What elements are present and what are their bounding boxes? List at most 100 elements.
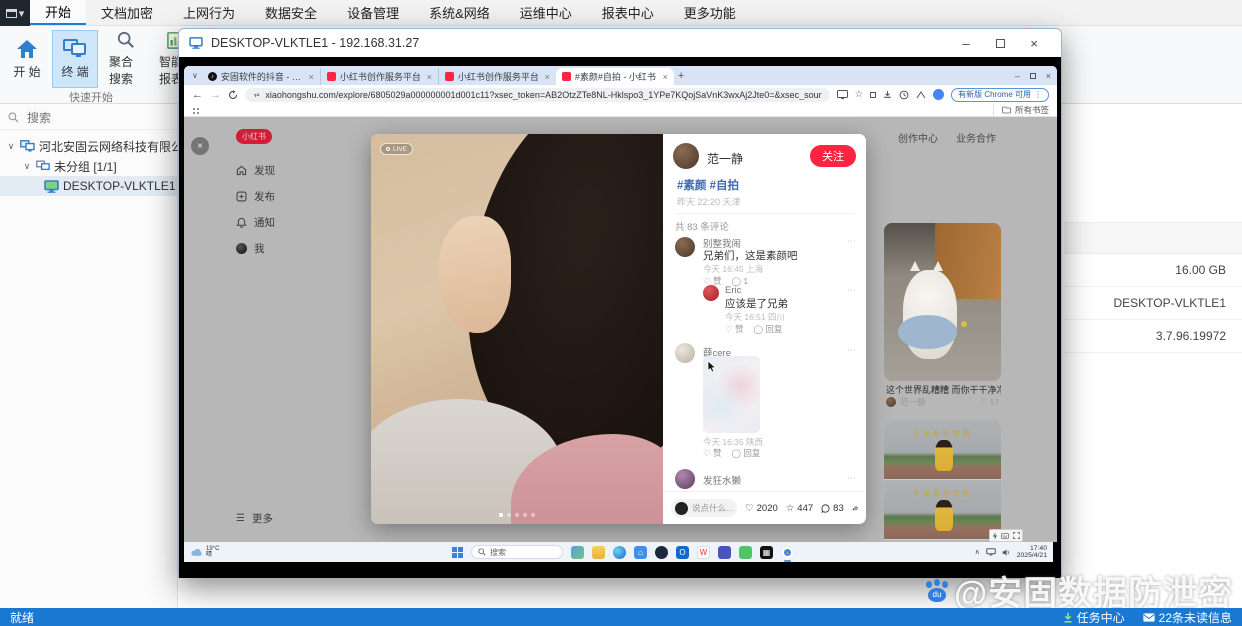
cast-icon[interactable] bbox=[836, 90, 848, 99]
sidebar-search-input[interactable] bbox=[25, 109, 145, 126]
minimize-button[interactable]: – bbox=[949, 31, 983, 55]
url-bar[interactable]: xiaohongshu.com/explore/6805029a00000000… bbox=[245, 87, 830, 102]
card-caption[interactable]: 这个世界乱糟糟 而你干干净净 bbox=[886, 383, 1001, 396]
tab-close-icon[interactable]: × bbox=[427, 72, 432, 82]
taskbar-weather-widget[interactable]: 19°C 晴 bbox=[190, 546, 219, 559]
close-button[interactable]: × bbox=[1017, 31, 1051, 55]
comment-input[interactable]: 说点什么... bbox=[671, 499, 738, 517]
tray-chevron-up-icon[interactable]: ∧ bbox=[975, 548, 980, 556]
tree-expander-icon[interactable]: ∨ bbox=[6, 141, 16, 152]
card-like-count[interactable]: ♡ 17 bbox=[980, 397, 999, 408]
comment-avatar[interactable] bbox=[675, 343, 695, 363]
new-tab-button[interactable]: + bbox=[678, 70, 684, 82]
menu-item-report-center[interactable]: 报表中心 bbox=[587, 0, 669, 25]
all-bookmarks-button[interactable]: 所有书签 bbox=[992, 104, 1049, 116]
comment-more-icon[interactable]: ⋯ bbox=[847, 473, 856, 484]
carousel-dot[interactable] bbox=[523, 513, 527, 517]
taskbar-search[interactable]: 搜索 bbox=[471, 545, 563, 559]
photos-app-icon[interactable] bbox=[571, 545, 584, 559]
collect-stat[interactable]: ☆ 447 bbox=[786, 503, 813, 514]
comment-more-icon[interactable]: ⋯ bbox=[847, 345, 856, 356]
reading-list-icon[interactable] bbox=[870, 91, 877, 98]
store-icon[interactable]: ⌂ bbox=[634, 545, 647, 559]
speaker-icon[interactable] bbox=[1002, 548, 1011, 557]
comment-more-icon[interactable]: ⋯ bbox=[847, 285, 856, 296]
follow-button[interactable]: 关注 bbox=[810, 145, 856, 167]
card-author-name[interactable]: 范一静 bbox=[900, 396, 926, 408]
tab-close-icon[interactable]: × bbox=[545, 72, 550, 82]
ribbon-search-button[interactable]: 聚合搜索 bbox=[102, 30, 150, 88]
nav-item-more[interactable]: ☰ 更多 bbox=[236, 511, 273, 526]
performance-icon[interactable] bbox=[992, 531, 998, 540]
carousel-dot[interactable] bbox=[507, 513, 511, 517]
menu-item-more[interactable]: 更多功能 bbox=[669, 0, 751, 25]
note-photo[interactable]: LIVE bbox=[371, 134, 663, 524]
taskbar-clock[interactable]: 17:40 2025/4/21 bbox=[1017, 545, 1047, 560]
menu-item-ops-center[interactable]: 运维中心 bbox=[505, 0, 587, 25]
maximize-button[interactable] bbox=[983, 31, 1017, 55]
history-icon[interactable] bbox=[899, 90, 909, 100]
steam-icon[interactable] bbox=[655, 545, 668, 559]
xiaohongshu-logo[interactable]: 小红书 bbox=[236, 129, 272, 144]
campus-card-image[interactable]: 天津音乐学院 天津音乐学院 bbox=[884, 420, 1001, 541]
tab-close-icon[interactable]: × bbox=[309, 72, 314, 82]
ribbon-terminal-button[interactable]: 终 端 bbox=[52, 30, 98, 88]
menu-item-start[interactable]: 开始 bbox=[30, 0, 87, 25]
kebab-menu-icon[interactable]: ⋮ bbox=[1034, 90, 1042, 99]
reload-icon[interactable] bbox=[228, 89, 238, 100]
unread-messages-button[interactable]: 22条未读信息 bbox=[1142, 609, 1232, 626]
capcut-icon[interactable]: ▦ bbox=[760, 545, 773, 559]
back-icon[interactable]: ← bbox=[192, 89, 203, 101]
menu-item-system-network[interactable]: 系统&网络 bbox=[414, 0, 505, 25]
tree-node-desktop-vlktle1[interactable]: DESKTOP-VLKTLE1 bbox=[0, 176, 178, 196]
nav-item-notifications[interactable]: 通知 bbox=[236, 215, 275, 230]
like-action[interactable]: ♡ 赞 bbox=[703, 447, 722, 459]
sidebar-search[interactable] bbox=[0, 106, 178, 130]
comment-stat[interactable]: 83 bbox=[821, 503, 844, 514]
chrome-update-pill[interactable]: 有新版 Chrome 可用 ⋮ bbox=[951, 87, 1049, 102]
card-author-avatar[interactable] bbox=[886, 397, 896, 407]
task-center-button[interactable]: 任务中心 bbox=[1063, 609, 1125, 626]
file-explorer-icon[interactable] bbox=[592, 545, 605, 559]
tree-node-ungrouped[interactable]: ∨ 未分组 [1/1] bbox=[22, 156, 117, 176]
like-action[interactable]: ♡ 赞 bbox=[725, 323, 744, 335]
comment-username[interactable]: 发狂水獭 bbox=[703, 473, 741, 487]
bookmark-star-icon[interactable]: ☆ bbox=[855, 89, 864, 100]
nav-item-publish[interactable]: 发布 bbox=[236, 189, 275, 204]
browser-tab-xhs-creator-2[interactable]: 小红书创作服务平台 × bbox=[437, 68, 556, 85]
nav-item-discover[interactable]: 发现 bbox=[236, 163, 275, 178]
share-icon[interactable] bbox=[852, 503, 858, 514]
reply-action[interactable]: ◯ 回复 bbox=[754, 323, 783, 335]
chrome-restore-icon[interactable] bbox=[1029, 72, 1036, 79]
apps-grid-icon[interactable] bbox=[192, 106, 199, 114]
downloads-icon[interactable] bbox=[883, 90, 892, 99]
reply-action[interactable]: ◯ 回复 bbox=[732, 447, 761, 459]
ribbon-home-button[interactable]: 开 始 bbox=[6, 30, 48, 88]
tab-search-chevron-icon[interactable]: ∨ bbox=[192, 71, 198, 80]
note-hashtags[interactable]: #素颜 #自拍 bbox=[677, 177, 739, 193]
browser-tab-post-active[interactable]: #素颜#自拍 - 小红书 × bbox=[555, 68, 674, 85]
tree-expander-icon[interactable]: ∨ bbox=[22, 161, 32, 172]
site-info-icon[interactable] bbox=[253, 91, 260, 99]
comment-avatar[interactable] bbox=[675, 237, 695, 257]
menu-item-web-behavior[interactable]: 上网行为 bbox=[168, 0, 250, 25]
menu-item-device-mgmt[interactable]: 设备管理 bbox=[332, 0, 414, 25]
forward-icon[interactable]: → bbox=[210, 89, 221, 101]
remote-window-titlebar[interactable]: DESKTOP-VLKTLE1 - 192.168.31.27 – × bbox=[179, 29, 1061, 57]
fullscreen-icon[interactable] bbox=[1013, 532, 1020, 539]
menu-item-data-security[interactable]: 数据安全 bbox=[250, 0, 332, 25]
author-avatar[interactable] bbox=[673, 143, 699, 169]
dog-card-image[interactable] bbox=[884, 223, 1001, 381]
author-name[interactable]: 范一静 bbox=[707, 150, 743, 167]
browser-tab-douyin[interactable]: ♪ 安固软件的抖音 - 抖音 × bbox=[202, 68, 320, 85]
chrome-close-icon[interactable]: × bbox=[1046, 71, 1051, 81]
device-status-icon[interactable] bbox=[985, 548, 996, 556]
nav-item-me[interactable]: 我 bbox=[236, 241, 265, 256]
profile-avatar-icon[interactable] bbox=[933, 89, 945, 100]
password-manager-icon[interactable] bbox=[916, 90, 926, 99]
start-button[interactable] bbox=[452, 546, 463, 558]
comment-more-icon[interactable]: ⋯ bbox=[847, 236, 856, 247]
comment-avatar[interactable] bbox=[675, 469, 695, 489]
chrome-icon[interactable] bbox=[781, 545, 794, 562]
comment-image[interactable] bbox=[703, 356, 760, 433]
